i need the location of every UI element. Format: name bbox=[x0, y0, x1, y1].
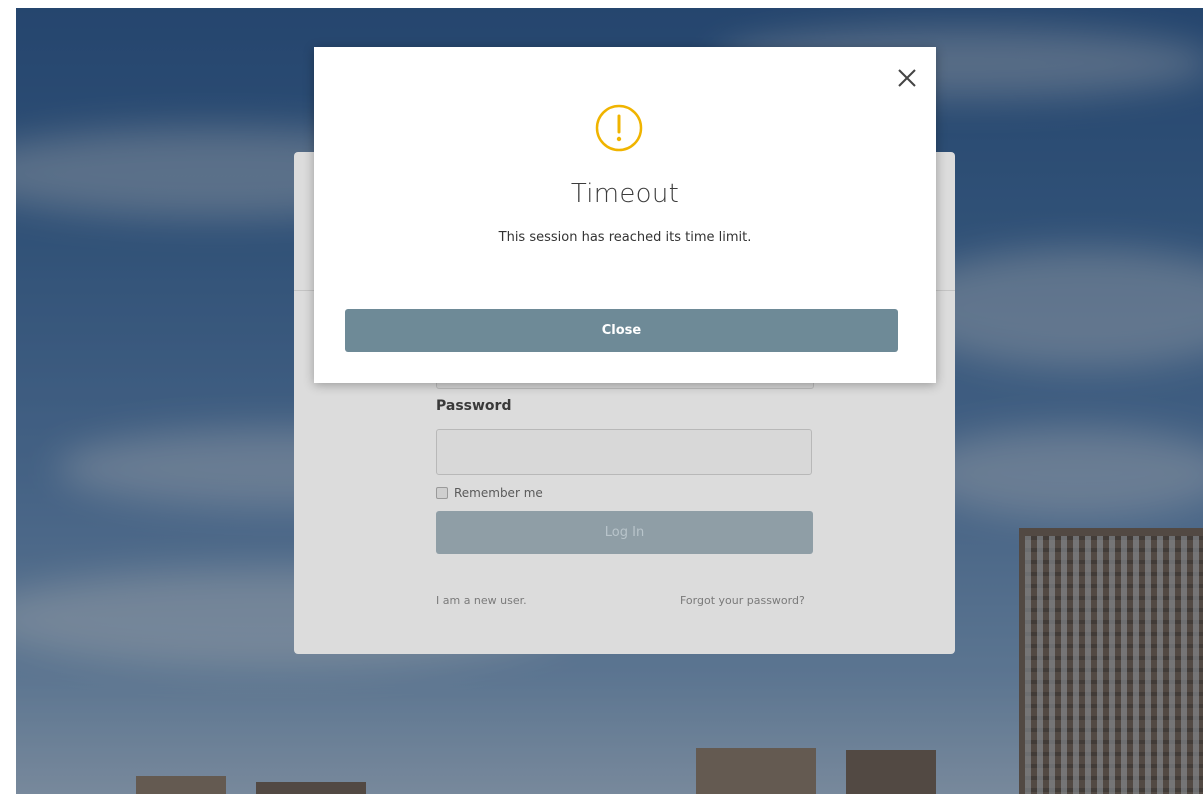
password-input[interactable] bbox=[436, 429, 812, 475]
close-button[interactable]: Close bbox=[345, 309, 898, 352]
remember-me[interactable]: Remember me bbox=[436, 486, 543, 500]
password-label: Password bbox=[436, 398, 512, 414]
remember-me-label: Remember me bbox=[454, 486, 543, 500]
modal-message: This session has reached its time limit. bbox=[498, 230, 752, 245]
warning-icon bbox=[594, 103, 644, 153]
remember-me-checkbox[interactable] bbox=[436, 487, 448, 499]
close-icon[interactable] bbox=[896, 67, 918, 89]
modal-title: Timeout bbox=[570, 179, 680, 209]
new-user-link[interactable]: I am a new user. bbox=[436, 594, 527, 607]
forgot-password-link[interactable]: Forgot your password? bbox=[680, 594, 805, 607]
timeout-modal: Timeout This session has reached its tim… bbox=[314, 47, 936, 383]
login-button[interactable]: Log In bbox=[436, 511, 813, 554]
